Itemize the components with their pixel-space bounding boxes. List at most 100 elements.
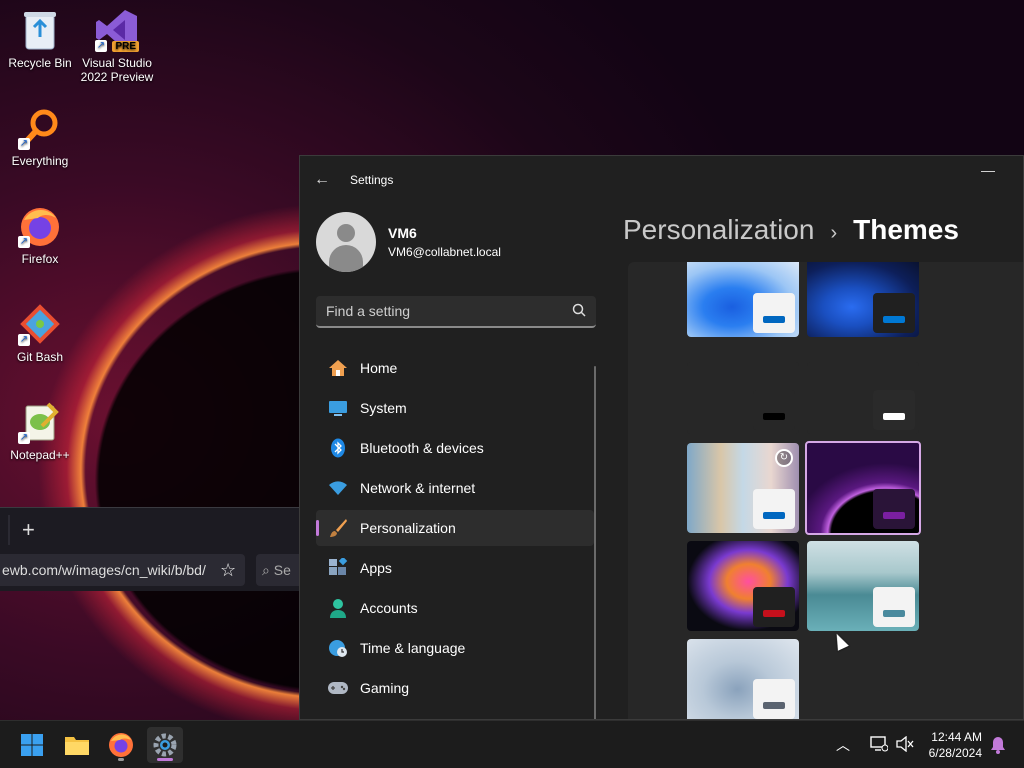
file-explorer-button[interactable] [59,727,95,763]
theme-accent-bar [763,702,785,709]
show-hidden-icons-chevron-icon[interactable]: ︿ [836,735,850,755]
theme-glow-selected[interactable] [805,441,921,535]
nav-scrollbar[interactable] [594,366,596,719]
theme-preview-window [873,293,915,333]
notepad-plus-plus-icon: ↗ [18,400,62,444]
theme-spotlight[interactable]: ↻ [687,443,799,533]
preview-badge: PRE [112,41,139,52]
nav-item-system[interactable]: System [316,390,594,426]
shortcut-arrow-icon: ↗ [95,40,107,52]
system-tray: ︿ [836,721,914,768]
theme-accent-bar [883,316,905,323]
theme-accent-bar [883,512,905,519]
background-browser-window[interactable]: + ewb.com/w/images/cn_wiki/b/bd/ ☆ ⌕ Se [0,507,300,591]
theme-sunrise[interactable] [687,639,799,719]
breadcrumb-parent[interactable]: Personalization [623,214,814,246]
desktop-icon-label: Notepad++ [10,448,70,462]
new-tab-button[interactable]: + [22,517,35,543]
desktop-icon-everything[interactable]: ↗ Everything [0,106,80,168]
app-title: Settings [350,173,394,187]
bookmark-star-icon[interactable]: ☆ [220,560,236,581]
nav-item-label: Apps [360,560,392,576]
nav-item-gaming[interactable]: Gaming [316,670,594,706]
theme-preview-window [873,489,915,529]
nav-item-label: Accounts [360,600,418,616]
settings-search-box[interactable] [316,296,596,328]
nav-item-label: Bluetooth & devices [360,440,484,456]
paintbrush-icon [326,518,350,538]
volume-muted-icon[interactable] [896,735,914,755]
theme-preview-window [753,679,795,719]
theme-white-accent[interactable] [807,362,919,434]
running-indicator [118,758,124,761]
settings-taskbar-button[interactable] [147,727,183,763]
theme-black-accent[interactable] [687,362,799,434]
recycle-bin-icon [18,8,62,52]
search-icon: ⌕ [262,562,270,578]
desktop-icon-firefox[interactable]: ↗ Firefox [0,204,80,266]
notification-bell-icon[interactable] [990,736,1006,759]
browser-url-bar[interactable]: ewb.com/w/images/cn_wiki/b/bd/ [0,554,245,586]
theme-preview-window [873,587,915,627]
slideshow-icon: ↻ [775,449,793,467]
network-icon[interactable] [870,735,889,755]
wifi-icon [326,478,350,498]
nav-item-accounts[interactable]: Accounts [316,590,594,626]
theme-preview-window [753,390,795,430]
globe-clock-icon [326,638,350,658]
theme-flow[interactable] [807,541,919,631]
desktop-icon-visual-studio[interactable]: PRE ↗ Visual Studio 2022 Preview [77,8,157,84]
user-info: VM6 VM6@collabnet.local [388,225,501,259]
theme-accent-bar [883,610,905,617]
visual-studio-icon: PRE ↗ [95,8,139,52]
shortcut-arrow-icon: ↗ [18,334,30,346]
nav-item-bluetooth[interactable]: Bluetooth & devices [316,430,594,466]
avatar-head [337,224,355,242]
settings-window: ← Settings — VM6 VM6@collabnet.local Hom… [299,155,1024,720]
desktop-icon-git-bash[interactable]: ↗ Git Bash [0,302,80,364]
nav-item-label: Gaming [360,680,410,696]
firefox-taskbar-button[interactable] [103,727,139,763]
theme-captured-motion[interactable] [687,541,799,631]
clock-date: 6/28/2024 [928,746,982,760]
gamepad-icon [326,678,350,698]
desktop-icon-label: Visual Studio 2022 Preview [80,56,154,84]
theme-accent-bar [883,413,905,420]
system-icon [326,398,350,418]
start-button[interactable] [14,727,50,763]
desktop-icon-label: Firefox [21,252,59,266]
shortcut-arrow-icon: ↗ [18,432,30,444]
minimize-button[interactable]: — [981,162,995,178]
bluetooth-icon [326,438,350,458]
shortcut-arrow-icon: ↗ [18,138,30,150]
theme-preview-window [753,587,795,627]
user-name: VM6 [388,225,417,241]
home-icon [326,358,350,378]
search-icon[interactable] [572,303,586,320]
desktop-icon-notepad-plus-plus[interactable]: ↗ Notepad++ [0,400,80,462]
nav-item-time-language[interactable]: Time & language [316,630,594,666]
taskbar-clock[interactable]: 12:44 AM 6/28/2024 [929,729,982,761]
theme-preview-window [753,489,795,529]
nav-item-network[interactable]: Network & internet [316,470,594,506]
user-profile[interactable]: VM6 VM6@collabnet.local [316,212,501,272]
theme-windows-dark[interactable] [807,262,919,337]
settings-gear-icon [153,733,177,757]
nav-item-personalization[interactable]: Personalization [316,510,594,546]
breadcrumb-separator: › [830,222,838,244]
nav-item-home[interactable]: Home [316,350,594,386]
browser-search-placeholder: Se [273,562,291,578]
browser-search-box[interactable]: ⌕ Se [256,554,300,586]
desktop-icon-recycle-bin[interactable]: Recycle Bin [0,8,80,70]
theme-accent-bar [763,413,785,420]
search-input[interactable] [326,303,572,319]
nav-item-apps[interactable]: Apps [316,550,594,586]
back-button[interactable]: ← [300,171,344,189]
theme-windows-light[interactable] [687,262,799,337]
tab-separator [8,515,10,545]
themes-panel: ↻ [628,262,1023,719]
firefox-icon: ↗ [18,204,62,248]
theme-accent-bar [763,316,785,323]
nav-item-label: Personalization [360,520,456,536]
user-email: VM6@collabnet.local [388,245,501,259]
